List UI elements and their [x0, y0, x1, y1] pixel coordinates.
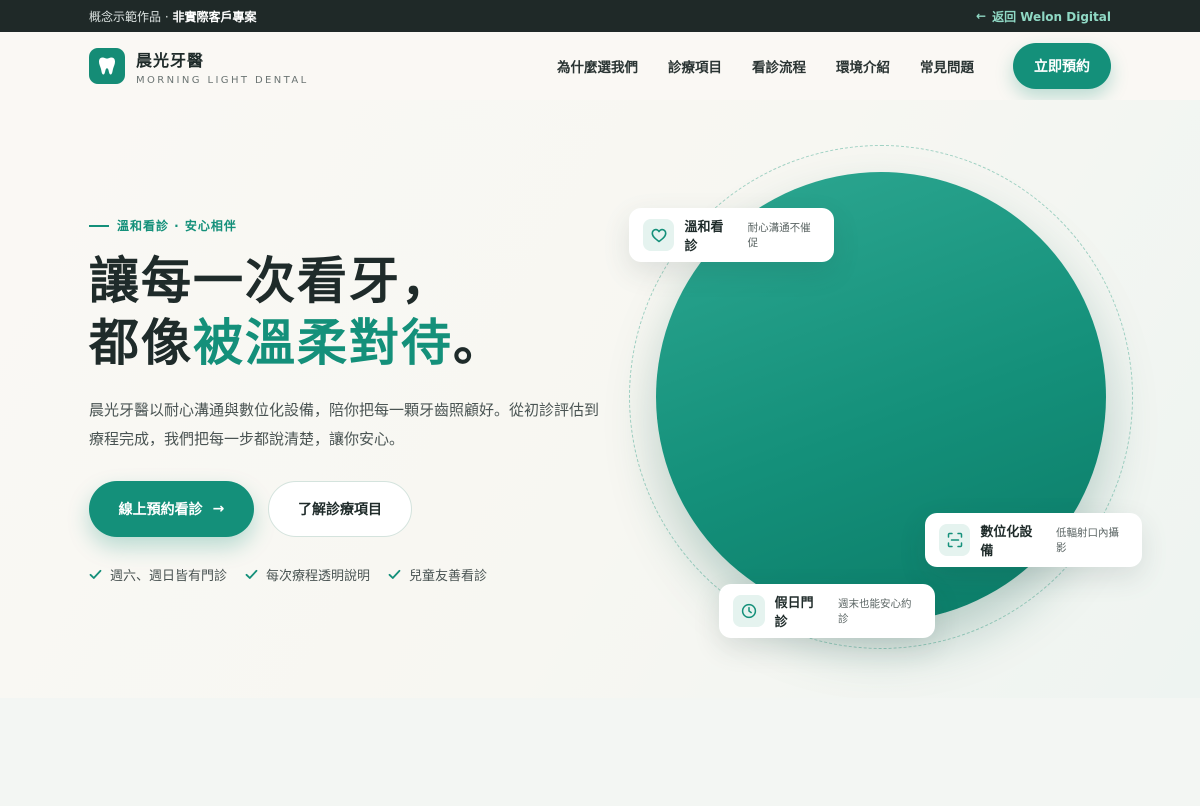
headline-line2-suffix: 。	[453, 314, 505, 372]
card-desc: 低輻射口內攝影	[1056, 527, 1120, 554]
hero-section: 溫和看診 · 安心相伴 讓每一次看牙， 都像被溫柔對待。 晨光牙醫以耐心溝通與數…	[0, 100, 1200, 698]
view-services-button[interactable]: 了解診療項目	[268, 481, 412, 537]
notice-strong: 非實際客戶專案	[172, 9, 257, 24]
hero-features: 週六、週日皆有門診 每次療程透明說明 兒童友善看診	[89, 565, 487, 584]
feature-item: 每次療程透明說明	[245, 565, 370, 584]
back-link-label: 返回 Welon Digital	[992, 9, 1111, 24]
back-arrow-icon: ←	[976, 9, 987, 23]
check-icon	[388, 569, 401, 579]
gentle-care-card: 溫和看診 耐心溝通不催促	[629, 208, 834, 262]
feature-label: 週六、週日皆有門診	[110, 569, 228, 584]
arrow-right-icon: →	[212, 501, 225, 517]
nav-item-process[interactable]: 看診流程	[752, 56, 806, 76]
feature-label: 兒童友善看診	[409, 569, 488, 584]
back-to-welon-link[interactable]: ← 返回 Welon Digital	[976, 8, 1111, 25]
eyebrow-line	[89, 224, 109, 227]
feature-label: 每次療程透明說明	[266, 569, 371, 584]
book-online-button[interactable]: 線上預約看診 →	[89, 481, 254, 537]
main-nav: 為什麼選我們 診療項目 看診流程 環境介紹 常見問題 立即預約	[557, 43, 1111, 89]
hero-headline: 讓每一次看牙， 都像被溫柔對待。	[89, 250, 505, 374]
hero-lead: 晨光牙醫以耐心溝通與數位化設備，陪你把每一顆牙齒照顧好。從初診評估到療程完成，我…	[89, 401, 600, 448]
clock-icon	[733, 595, 765, 627]
hero-eyebrow: 溫和看診 · 安心相伴	[89, 217, 237, 234]
brand-logo-link[interactable]: 晨光牙醫 MORNING LIGHT DENTAL	[89, 47, 309, 86]
card-desc: 週末也能安心約診	[838, 598, 912, 625]
feature-item: 兒童友善看診	[388, 565, 487, 584]
holiday-clinic-card: 假日門診 週末也能安心約診	[719, 584, 935, 638]
digital-equipment-card: 數位化設備 低輻射口內攝影	[925, 513, 1142, 567]
check-icon	[245, 569, 258, 579]
headline-accent: 被溫柔對待	[193, 314, 453, 372]
headline-line1: 讓每一次看牙，	[89, 252, 453, 310]
heart-icon	[643, 219, 675, 251]
nav-item-why-us[interactable]: 為什麼選我們	[557, 56, 638, 76]
nav-item-services[interactable]: 診療項目	[668, 56, 722, 76]
nav-item-environment[interactable]: 環境介紹	[836, 56, 890, 76]
tooth-icon	[89, 48, 125, 84]
feature-item: 週六、週日皆有門診	[89, 565, 227, 584]
card-title: 數位化設備	[980, 525, 1033, 559]
check-icon	[89, 569, 102, 579]
nav-item-faq[interactable]: 常見問題	[920, 56, 974, 76]
site-header: 晨光牙醫 MORNING LIGHT DENTAL 為什麼選我們 診療項目 看診…	[0, 32, 1200, 100]
next-section-background	[0, 698, 1200, 806]
book-now-button[interactable]: 立即預約	[1013, 43, 1111, 89]
top-notice-bar: 概念示範作品 · 非實際客戶專案 ← 返回 Welon Digital	[0, 0, 1200, 32]
card-desc: 耐心溝通不催促	[747, 222, 811, 249]
brand-name: 晨光牙醫	[136, 50, 205, 70]
card-title: 假日門診	[774, 596, 814, 630]
card-title: 溫和看診	[684, 220, 724, 254]
scan-icon	[939, 524, 971, 556]
notice-prefix: 概念示範作品 ·	[89, 9, 173, 24]
concept-notice: 概念示範作品 · 非實際客戶專案	[89, 8, 256, 25]
eyebrow-text: 溫和看診 · 安心相伴	[117, 219, 237, 233]
headline-line2-prefix: 都像	[89, 314, 193, 372]
book-online-label: 線上預約看診	[118, 502, 203, 518]
brand-subtitle: MORNING LIGHT DENTAL	[136, 74, 309, 86]
